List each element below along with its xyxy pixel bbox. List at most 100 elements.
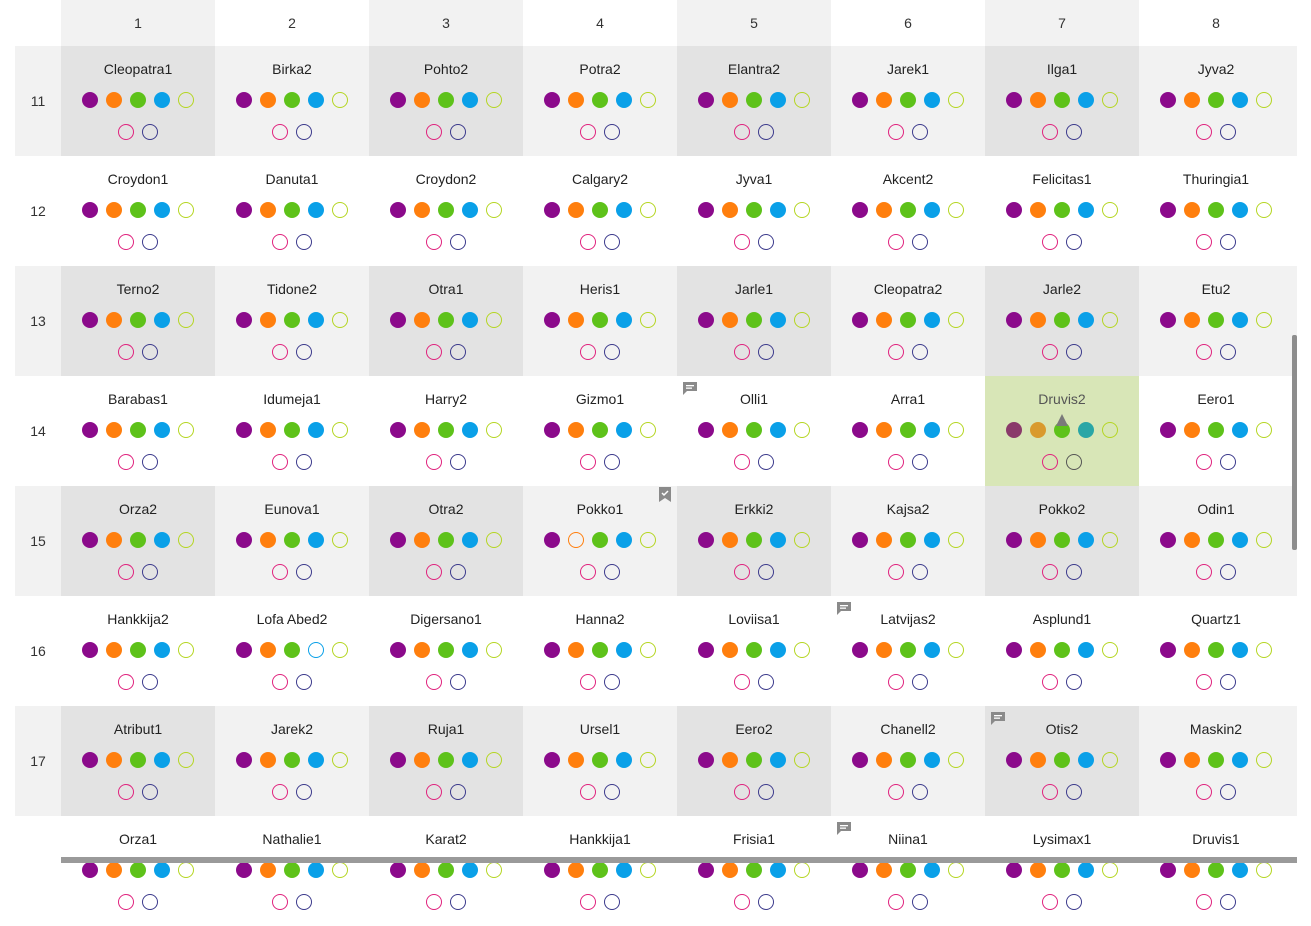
grid-cell[interactable]: Danuta1 [215, 156, 369, 266]
lime-ring[interactable] [178, 312, 194, 328]
blue-dot[interactable] [1232, 752, 1248, 768]
purple-dot[interactable] [82, 752, 98, 768]
blue-dot[interactable] [616, 532, 632, 548]
grid-cell[interactable]: Lofa Abed2 [215, 596, 369, 706]
pink-ring[interactable] [272, 894, 288, 910]
lime-ring[interactable] [948, 312, 964, 328]
blue-dot[interactable] [308, 92, 324, 108]
blue-dot[interactable] [616, 642, 632, 658]
row-header[interactable]: 17 [15, 706, 61, 816]
lime-ring[interactable] [1256, 422, 1272, 438]
lime-ring[interactable] [486, 532, 502, 548]
lime-ring[interactable] [794, 312, 810, 328]
row-header[interactable]: 16 [15, 596, 61, 706]
pink-ring[interactable] [580, 564, 596, 580]
green-dot[interactable] [284, 752, 300, 768]
orange-dot[interactable] [722, 752, 738, 768]
blue-dot[interactable] [1078, 422, 1094, 438]
grid-cell[interactable]: Jarle2 [985, 266, 1139, 376]
blue-dot[interactable] [462, 532, 478, 548]
purple-dot[interactable] [698, 752, 714, 768]
blue-dot[interactable] [770, 202, 786, 218]
orange-dot[interactable] [414, 642, 430, 658]
orange-dot[interactable] [1184, 532, 1200, 548]
navy-ring[interactable] [142, 784, 158, 800]
pink-ring[interactable] [888, 454, 904, 470]
blue-dot[interactable] [770, 312, 786, 328]
lime-ring[interactable] [486, 92, 502, 108]
orange-dot[interactable] [876, 92, 892, 108]
blue-dot[interactable] [616, 862, 632, 878]
blue-dot[interactable] [1078, 752, 1094, 768]
lime-ring[interactable] [332, 642, 348, 658]
blue-dot[interactable] [462, 422, 478, 438]
blue-dot[interactable] [1232, 92, 1248, 108]
navy-ring[interactable] [296, 564, 312, 580]
lime-ring[interactable] [486, 202, 502, 218]
orange-dot[interactable] [260, 312, 276, 328]
green-dot[interactable] [438, 92, 454, 108]
navy-ring[interactable] [450, 784, 466, 800]
blue-dot[interactable] [616, 422, 632, 438]
grid-cell[interactable]: Jarek2 [215, 706, 369, 816]
blue-dot[interactable] [616, 92, 632, 108]
orange-dot[interactable] [414, 422, 430, 438]
lime-ring[interactable] [178, 422, 194, 438]
purple-dot[interactable] [698, 202, 714, 218]
lime-ring[interactable] [332, 312, 348, 328]
green-dot[interactable] [900, 422, 916, 438]
lime-ring[interactable] [178, 752, 194, 768]
grid-cell[interactable]: Hanna2 [523, 596, 677, 706]
navy-ring[interactable] [758, 344, 774, 360]
navy-ring[interactable] [1066, 784, 1082, 800]
green-dot[interactable] [1208, 752, 1224, 768]
lime-ring[interactable] [794, 422, 810, 438]
purple-dot[interactable] [1006, 92, 1022, 108]
orange-dot[interactable] [106, 642, 122, 658]
green-dot[interactable] [900, 532, 916, 548]
navy-ring[interactable] [604, 674, 620, 690]
pink-ring[interactable] [734, 234, 750, 250]
pink-ring[interactable] [888, 564, 904, 580]
orange-dot[interactable] [568, 642, 584, 658]
green-dot[interactable] [130, 862, 146, 878]
lime-ring[interactable] [1102, 532, 1118, 548]
grid-cell[interactable]: Barabas1 [61, 376, 215, 486]
blue-dot[interactable] [154, 202, 170, 218]
lime-ring[interactable] [1256, 862, 1272, 878]
pink-ring[interactable] [1042, 124, 1058, 140]
lime-ring[interactable] [486, 862, 502, 878]
column-header[interactable]: 1 [61, 0, 215, 46]
lime-ring[interactable] [640, 422, 656, 438]
grid-cell[interactable]: Etu2 [1139, 266, 1293, 376]
orange-dot[interactable] [260, 752, 276, 768]
pink-ring[interactable] [118, 344, 134, 360]
purple-dot[interactable] [852, 532, 868, 548]
navy-ring[interactable] [296, 124, 312, 140]
blue-dot[interactable] [308, 422, 324, 438]
navy-ring[interactable] [1220, 674, 1236, 690]
purple-dot[interactable] [236, 92, 252, 108]
blue-dot[interactable] [462, 752, 478, 768]
navy-ring[interactable] [912, 674, 928, 690]
navy-ring[interactable] [604, 564, 620, 580]
column-header[interactable]: 6 [831, 0, 985, 46]
green-dot[interactable] [746, 422, 762, 438]
lime-ring[interactable] [1102, 422, 1118, 438]
orange-dot[interactable] [722, 422, 738, 438]
pink-ring[interactable] [426, 894, 442, 910]
grid-cell[interactable]: Jyva2 [1139, 46, 1293, 156]
vertical-scrollbar[interactable] [1292, 335, 1297, 550]
blue-dot[interactable] [1232, 642, 1248, 658]
orange-dot[interactable] [414, 202, 430, 218]
green-dot[interactable] [900, 312, 916, 328]
blue-dot[interactable] [462, 862, 478, 878]
orange-dot[interactable] [260, 642, 276, 658]
pink-ring[interactable] [734, 564, 750, 580]
orange-dot[interactable] [1030, 312, 1046, 328]
grid-cell[interactable]: Asplund1 [985, 596, 1139, 706]
blue-dot[interactable] [154, 862, 170, 878]
orange-dot[interactable] [106, 202, 122, 218]
green-dot[interactable] [592, 92, 608, 108]
navy-ring[interactable] [1066, 234, 1082, 250]
